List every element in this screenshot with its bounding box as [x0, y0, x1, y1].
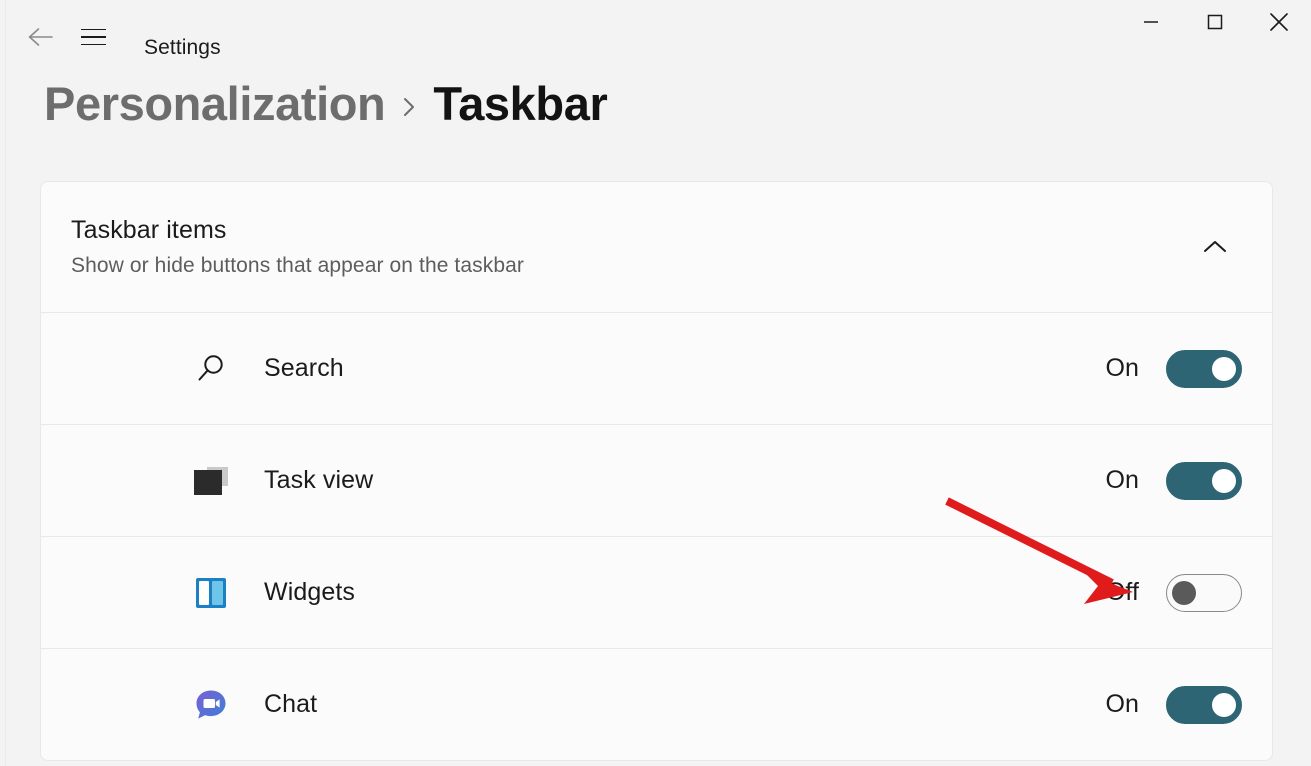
chat-icon — [189, 688, 233, 722]
search-icon — [189, 352, 233, 386]
taskbar-item-row-search[interactable]: Search On — [41, 312, 1272, 424]
taskbar-items-card: Taskbar items Show or hide buttons that … — [40, 181, 1273, 761]
title-bar-left: Settings — [0, 0, 221, 60]
taskbar-item-row-task-view[interactable]: Task view On — [41, 424, 1272, 536]
task-view-icon — [189, 466, 233, 495]
sidebar-edge — [0, 0, 6, 766]
toggle-knob — [1172, 580, 1196, 605]
breadcrumb-parent-link[interactable]: Personalization — [44, 76, 386, 131]
row-right: On — [1105, 461, 1242, 500]
chat-toggle[interactable] — [1166, 685, 1242, 724]
card-title: Taskbar items — [71, 216, 227, 244]
chevron-right-icon — [399, 85, 419, 123]
toggle-state-label: On — [1105, 466, 1139, 494]
widgets-toggle[interactable] — [1166, 573, 1242, 612]
row-left: Chat — [71, 688, 1105, 722]
toggle-knob — [1212, 468, 1236, 493]
row-left: Widgets — [71, 577, 1106, 608]
hamburger-menu-glyph — [80, 28, 106, 46]
row-left: Task view — [71, 466, 1105, 495]
card-header[interactable]: Taskbar items Show or hide buttons that … — [41, 182, 1272, 312]
card-subtitle: Show or hide buttons that appear on the … — [71, 254, 525, 277]
toggle-state-label: Off — [1105, 578, 1139, 606]
task-view-toggle[interactable] — [1166, 461, 1242, 500]
close-icon[interactable] — [1247, 0, 1311, 44]
task-view-glyph — [194, 466, 228, 495]
widgets-icon — [189, 577, 233, 608]
widgets-glyph — [196, 577, 226, 608]
minimize-icon[interactable] — [1119, 0, 1183, 44]
chat-glyph — [196, 690, 226, 719]
taskbar-item-row-chat[interactable]: Chat On — [41, 648, 1272, 760]
page-title: Taskbar — [433, 77, 608, 130]
taskbar-item-row-widgets[interactable]: Widgets Off — [41, 536, 1272, 648]
toggle-knob — [1212, 356, 1236, 381]
maximize-icon[interactable] — [1183, 0, 1247, 44]
row-label: Widgets — [264, 578, 356, 606]
toggle-state-label: On — [1105, 354, 1139, 382]
row-label: Search — [264, 354, 344, 382]
row-label: Chat — [264, 690, 318, 718]
hamburger-menu-icon[interactable] — [70, 15, 116, 59]
card-header-text: Taskbar items Show or hide buttons that … — [71, 216, 524, 278]
app-title: Settings — [144, 36, 221, 59]
row-right: On — [1105, 685, 1242, 724]
search-toggle[interactable] — [1166, 349, 1242, 388]
back-arrow-icon[interactable] — [18, 15, 64, 59]
toggle-knob — [1212, 692, 1236, 717]
row-label: Task view — [264, 466, 374, 494]
row-left: Search — [71, 352, 1105, 386]
toggle-state-label: On — [1105, 690, 1139, 718]
chevron-up-icon[interactable] — [1192, 224, 1238, 270]
breadcrumb: Personalization Taskbar — [44, 76, 608, 131]
window-controls — [1119, 0, 1311, 44]
row-right: Off — [1105, 573, 1242, 612]
row-right: On — [1105, 349, 1242, 388]
title-bar: Settings — [0, 0, 1311, 72]
